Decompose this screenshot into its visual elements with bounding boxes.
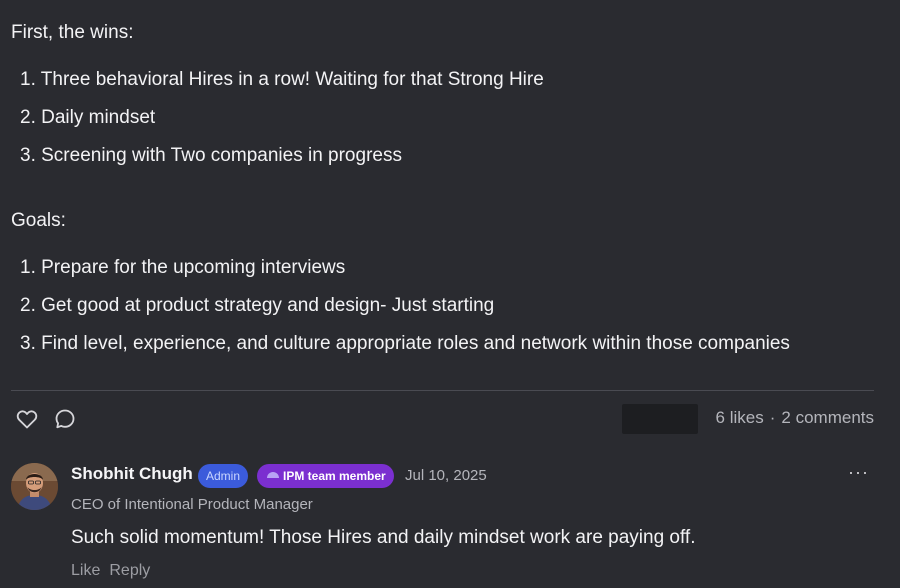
author-role: CEO of Intentional Product Manager (71, 496, 313, 513)
wins-list: 1. Three behavioral Hires in a row! Wait… (20, 68, 544, 182)
list-item: 3. Find level, experience, and culture a… (20, 333, 790, 354)
likes-count[interactable]: 6 likes (716, 408, 764, 427)
team-badge-icon (267, 472, 279, 478)
goals-list: 1. Prepare for the upcoming interviews 2… (20, 256, 790, 370)
redacted-block (622, 404, 698, 434)
separator-dot: · (769, 408, 776, 427)
comments-count[interactable]: 2 comments (781, 408, 874, 427)
like-comment-button[interactable]: Like (71, 562, 100, 579)
engagement-stats: 6 likes · 2 comments (716, 408, 874, 428)
list-item: 2. Get good at product strategy and desi… (20, 295, 495, 316)
list-item: 3. Screening with Two companies in progr… (20, 145, 402, 166)
comment-actions: Like Reply (71, 562, 159, 580)
heart-icon[interactable] (15, 407, 39, 431)
list-item: 1. Three behavioral Hires in a row! Wait… (20, 69, 544, 90)
comment-text: Such solid momentum! Those Hires and dai… (71, 527, 696, 548)
divider (11, 390, 874, 391)
team-member-badge: IPM team member (257, 464, 394, 488)
reply-button[interactable]: Reply (109, 562, 150, 579)
team-badge-label: IPM team member (283, 469, 386, 483)
list-item: 1. Prepare for the upcoming interviews (20, 257, 346, 278)
post-card: First, the wins: 1. Three behavioral Hir… (0, 0, 900, 588)
more-options-icon[interactable]: ··· (848, 462, 869, 483)
goals-heading: Goals: (11, 210, 66, 231)
comment-bubble-icon[interactable] (53, 407, 77, 431)
comment-author[interactable]: Shobhit Chugh (71, 464, 193, 484)
list-item: 2. Daily mindset (20, 107, 156, 128)
comment-date: Jul 10, 2025 (405, 467, 487, 484)
wins-heading: First, the wins: (11, 22, 134, 43)
avatar[interactable] (11, 463, 58, 510)
admin-badge: Admin (198, 464, 249, 488)
